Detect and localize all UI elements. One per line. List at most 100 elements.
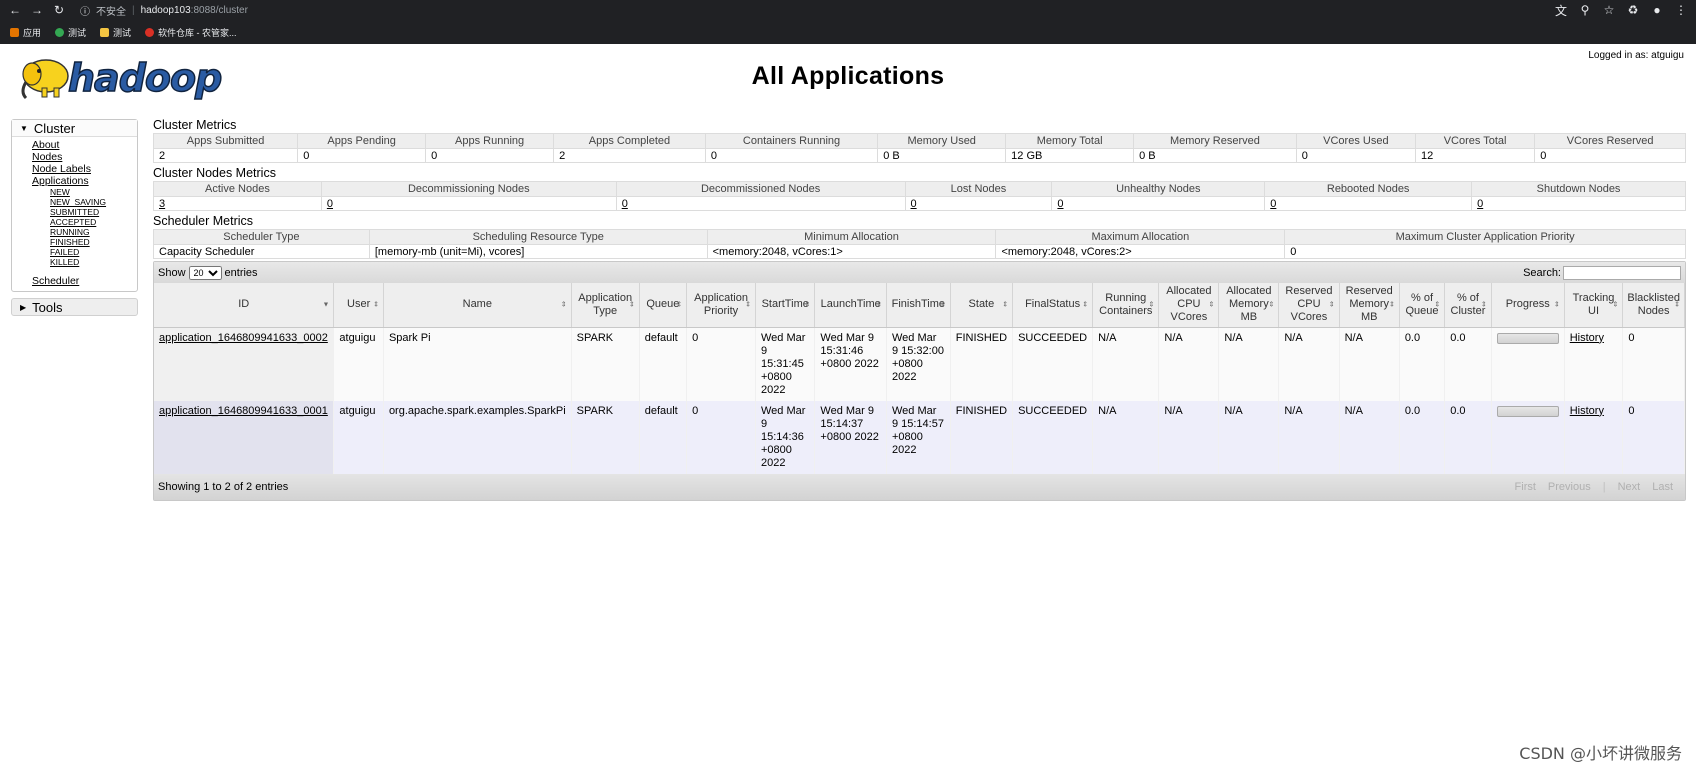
table-header: Apps Submitted (152, 133, 299, 149)
application-id-link[interactable]: application_1646809941633_0001 (159, 405, 328, 417)
state-link-finished[interactable]: FINISHED (50, 237, 137, 247)
column-header-res-mem[interactable]: Reserved Memory MB ⇕ (1339, 283, 1400, 328)
unhealthy-nodes-link[interactable]: 0 (1057, 198, 1063, 210)
app-res-cpu: N/A (1278, 327, 1340, 401)
metric-value: <memory:2048, vCores:2> (995, 244, 1286, 259)
bookmark-software[interactable]: 软件仓库 - 农管家... (145, 26, 237, 39)
sort-icon: ⇕ (1434, 301, 1441, 309)
history-link[interactable]: History (1570, 405, 1604, 417)
state-link-accepted[interactable]: ACCEPTED (50, 217, 137, 227)
zoom-icon[interactable]: ⚲ (1578, 3, 1592, 17)
sidebar-link-nodes[interactable]: Nodes (32, 151, 137, 163)
column-header-priority[interactable]: Application Priority ⇕ (686, 283, 756, 328)
info-icon[interactable]: ⓘ (80, 3, 90, 18)
state-link-new[interactable]: NEW (50, 187, 137, 197)
applications-footer: Showing 1 to 2 of 2 entries First Previo… (154, 473, 1685, 500)
sidebar: ▼ Cluster About Nodes Node Labels Applic… (11, 119, 138, 316)
column-header-pct-queue[interactable]: % of Queue ⇕ (1399, 283, 1446, 328)
cluster-menu: About Nodes Node Labels Applications NEW… (12, 137, 137, 291)
lost-nodes-link[interactable]: 0 (911, 198, 917, 210)
state-link-new-saving[interactable]: NEW_SAVING (50, 197, 137, 207)
shutdown-nodes-link[interactable]: 0 (1477, 198, 1483, 210)
app-queue: default (639, 327, 688, 401)
column-header-res-cpu[interactable]: Reserved CPU VCores ⇕ (1278, 283, 1340, 328)
node-metrics-title: Cluster Nodes Metrics (153, 166, 276, 180)
sidebar-link-node-labels[interactable]: Node Labels (32, 163, 137, 175)
show-label: Show (158, 266, 186, 279)
column-header-user[interactable]: User ⇕ (333, 283, 384, 328)
app-res-mem: N/A (1339, 327, 1400, 401)
column-header-start[interactable]: StartTime ⇕ (755, 283, 816, 328)
app-name: org.apache.spark.examples.SparkPi (383, 400, 572, 474)
column-header-name[interactable]: Name ⇕ (383, 283, 572, 328)
column-header-progress[interactable]: Progress ⇕ (1491, 283, 1565, 328)
back-arrow-icon[interactable]: ← (8, 3, 22, 17)
sidebar-link-applications[interactable]: Applications (32, 175, 137, 187)
column-header-running-containers[interactable]: Running Containers ⇕ (1092, 283, 1160, 328)
sort-icon: ⇕ (1268, 301, 1275, 309)
sort-icon: ⇕ (876, 301, 882, 309)
column-header-state[interactable]: State ⇕ (950, 283, 1014, 328)
star-icon[interactable]: ☆ (1602, 3, 1616, 17)
sidebar-link-scheduler[interactable]: Scheduler (32, 275, 137, 287)
cluster-header[interactable]: ▼ Cluster (12, 120, 137, 137)
decommissioning-nodes-link[interactable]: 0 (327, 198, 333, 210)
column-header-alloc-mem[interactable]: Allocated Memory MB ⇕ (1218, 283, 1280, 328)
tools-section[interactable]: ▶ Tools (11, 298, 138, 316)
translate-icon[interactable]: 文 (1554, 3, 1568, 18)
bookmark-apps[interactable]: 应用 (10, 26, 41, 39)
column-header-blacklisted[interactable]: Blacklisted Nodes ⇕ (1622, 283, 1685, 328)
state-link-running[interactable]: RUNNING (50, 227, 137, 237)
application-id-link[interactable]: application_1646809941633_0002 (159, 332, 328, 344)
site-icon (145, 27, 155, 37)
bookmark-test-1[interactable]: 测试 (55, 26, 86, 39)
state-link-submitted[interactable]: SUBMITTED (50, 207, 137, 217)
sort-icon: ⇕ (676, 301, 683, 309)
profile-icon[interactable]: ● (1650, 3, 1664, 17)
bookmarks-bar: 应用 测试 测试 软件仓库 - 农管家... (0, 20, 1696, 44)
sidebar-link-about[interactable]: About (32, 139, 137, 151)
sort-icon: ⇕ (1388, 301, 1395, 309)
column-header-pct-cluster[interactable]: % of Cluster ⇕ (1444, 283, 1492, 328)
app-launch-time: Wed Mar 9 15:31:46 +0800 2022 (814, 327, 887, 401)
app-blacklisted: 0 (1622, 400, 1685, 474)
column-header-launch[interactable]: LaunchTime ⇕ (814, 283, 887, 328)
column-header-tracking[interactable]: Tracking UI ⇕ (1564, 283, 1624, 328)
column-header-alloc-cpu[interactable]: Allocated CPU VCores ⇕ (1158, 283, 1220, 328)
app-running-containers: N/A (1092, 400, 1160, 474)
column-header-type[interactable]: Application Type ⇕ (571, 283, 640, 328)
progress-bar (1496, 332, 1559, 344)
menu-icon[interactable]: ⋮ (1674, 3, 1688, 17)
column-header-queue[interactable]: Queue ⇕ (639, 283, 688, 328)
table-header: Memory Total (1005, 133, 1135, 149)
decommissioned-nodes-link[interactable]: 0 (622, 198, 628, 210)
reload-icon[interactable]: ↻ (52, 3, 66, 17)
search-label: Search: (1523, 266, 1561, 279)
folder-icon (100, 27, 110, 37)
extensions-icon[interactable]: ♻ (1626, 3, 1640, 17)
column-header-final-status[interactable]: FinalStatus ⇕ (1012, 283, 1094, 328)
history-link[interactable]: History (1570, 332, 1604, 344)
pager-first-button[interactable]: First (1515, 481, 1536, 493)
column-header-id[interactable]: ID ▼ (154, 283, 335, 328)
table-header: Memory Reserved (1133, 133, 1297, 149)
rebooted-nodes-link[interactable]: 0 (1270, 198, 1276, 210)
pager-last-button[interactable]: Last (1652, 481, 1673, 493)
table-header: Maximum Cluster Application Priority (1284, 229, 1686, 245)
bookmark-test-2[interactable]: 测试 (100, 26, 131, 39)
app-alloc-cpu: N/A (1158, 400, 1220, 474)
address-bar[interactable]: ⓘ 不安全 | hadoop103:8088/cluster (80, 3, 248, 18)
state-link-killed[interactable]: KILLED (50, 257, 137, 267)
table-header: Rebooted Nodes (1264, 181, 1473, 197)
state-link-failed[interactable]: FAILED (50, 247, 137, 257)
column-header-finish[interactable]: FinishTime ⇕ (886, 283, 951, 328)
entries-select[interactable]: 20 (188, 265, 222, 280)
app-pct-queue: 0.0 (1399, 327, 1446, 401)
app-state-links: NEW NEW_SAVING SUBMITTED ACCEPTED RUNNIN… (32, 187, 137, 267)
active-nodes-link[interactable]: 3 (159, 198, 165, 210)
search-input[interactable] (1563, 265, 1681, 280)
pager-next-button[interactable]: Next (1618, 481, 1641, 493)
forward-arrow-icon[interactable]: → (30, 3, 44, 17)
pager-previous-button[interactable]: Previous (1548, 481, 1591, 493)
cluster-metrics-values-row: 2 0 0 2 0 0 B 12 GB 0 B 0 12 0 (152, 148, 1686, 163)
